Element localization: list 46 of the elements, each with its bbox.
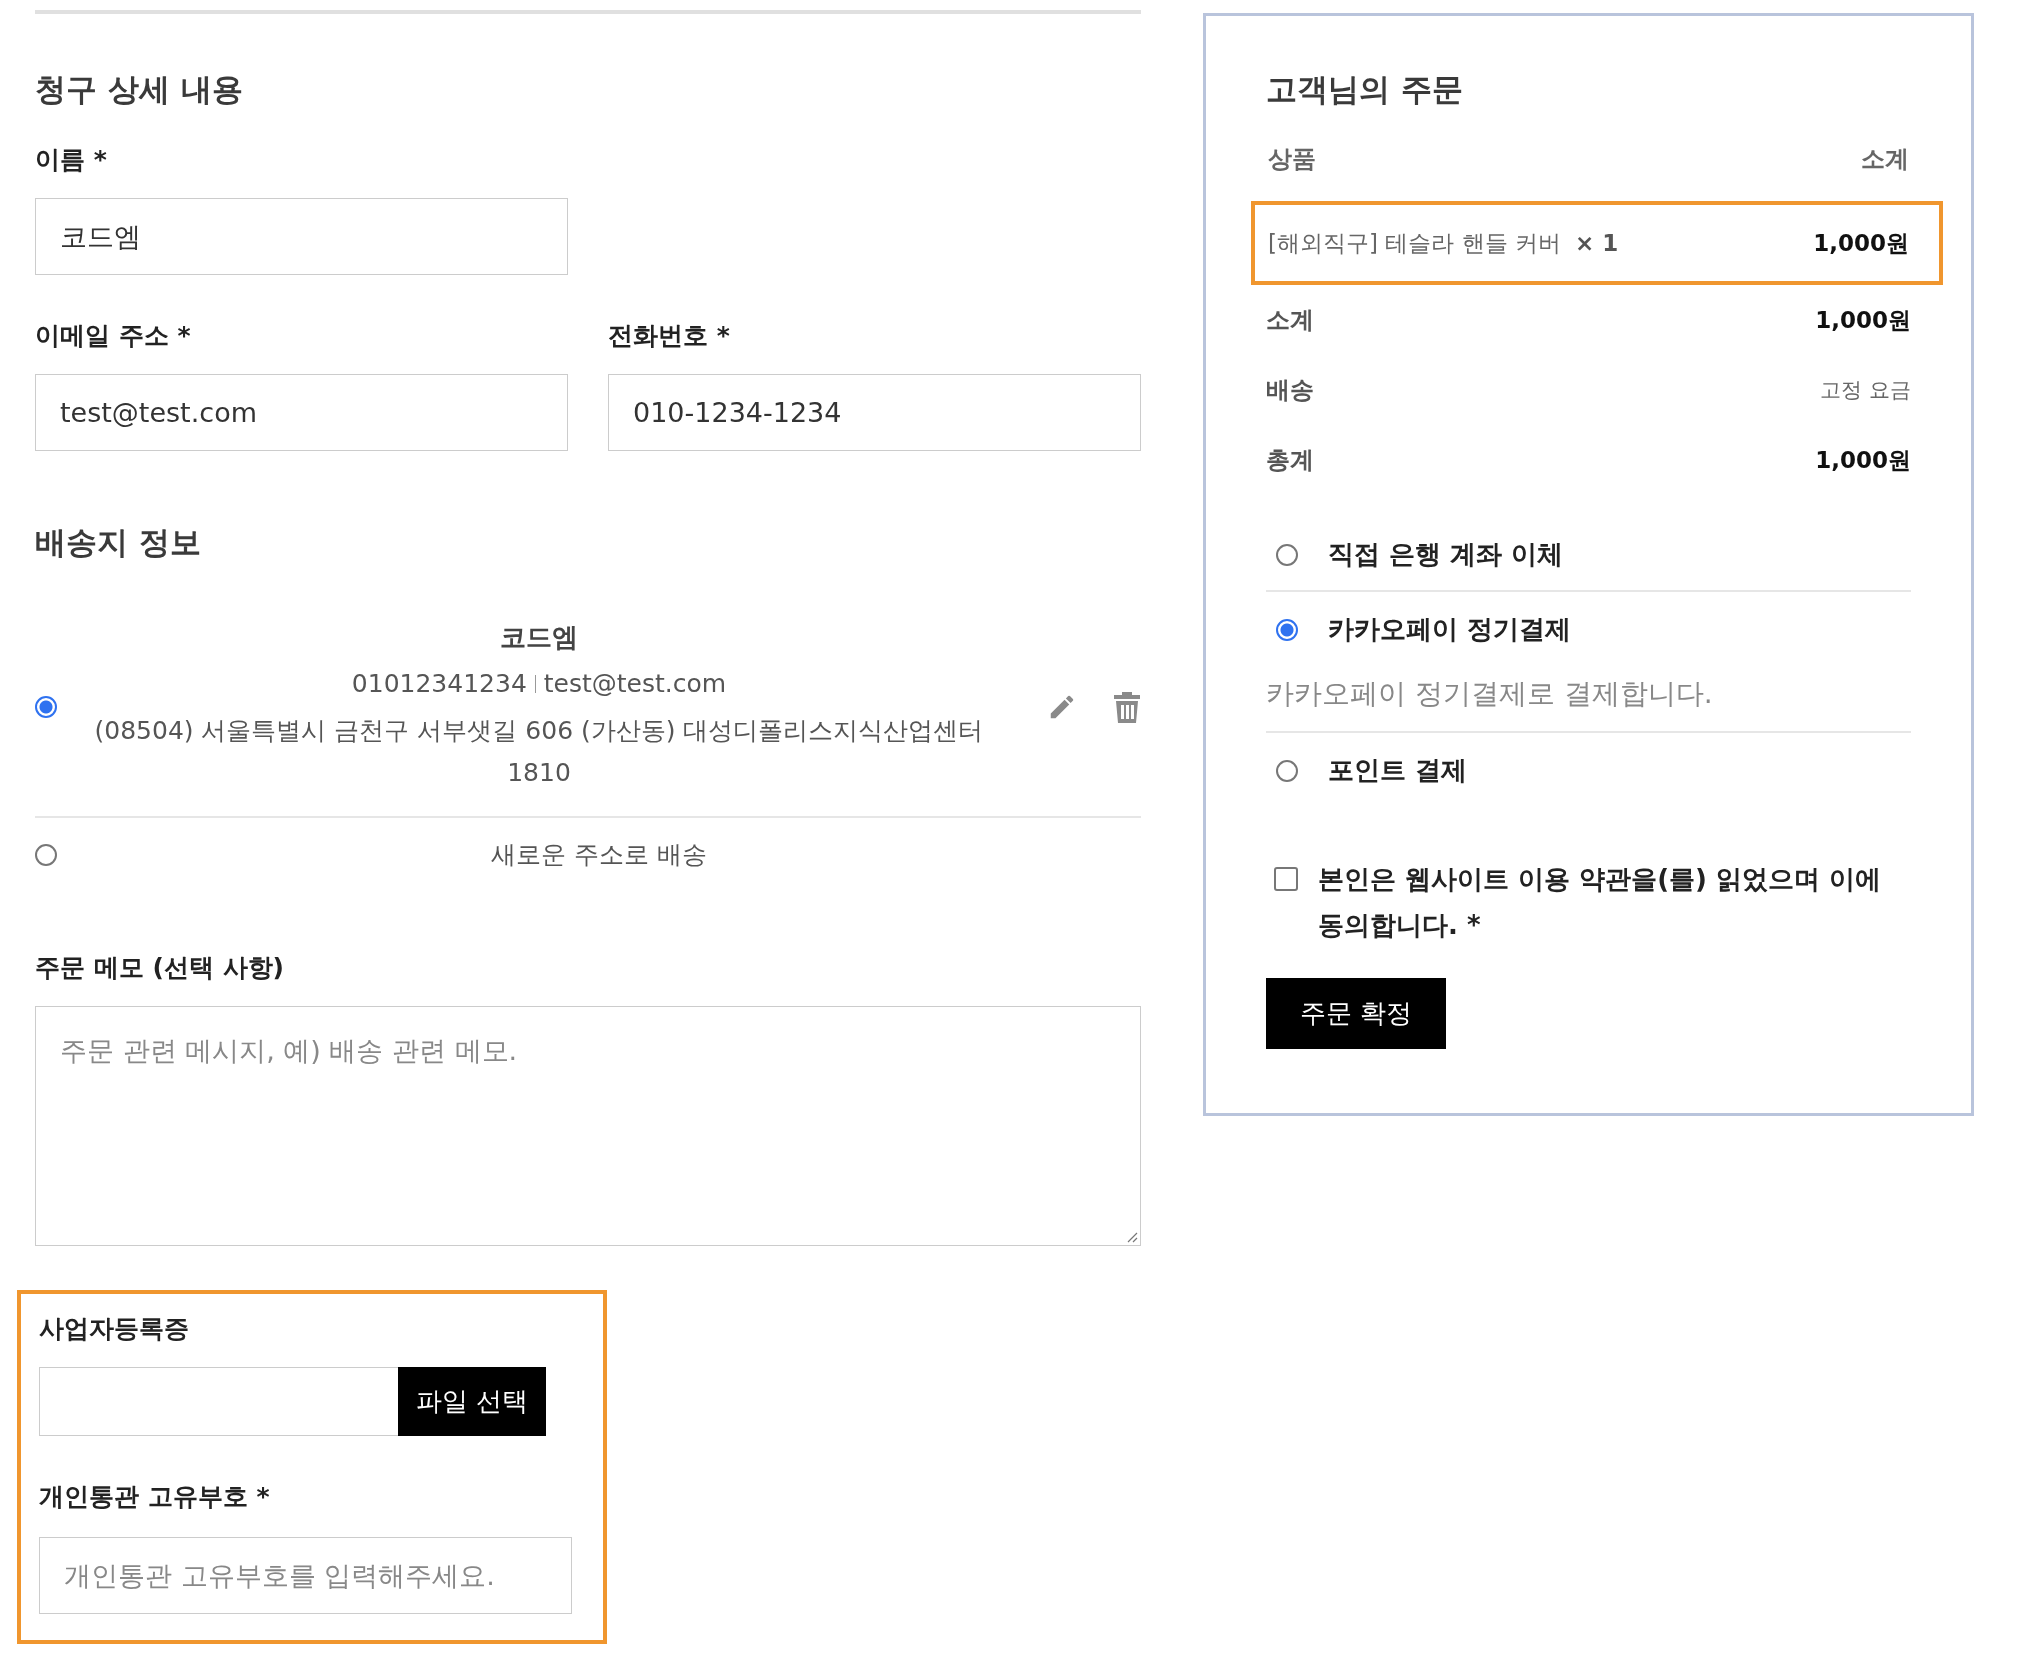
- customs-code-field[interactable]: 개인통관 고유부호를 입력해주세요.: [39, 1537, 572, 1614]
- payment-method-label[interactable]: 포인트 결제: [1328, 753, 1468, 788]
- total-value: 1,000원: [1815, 305, 1911, 335]
- file-name-field[interactable]: [39, 1367, 398, 1436]
- choose-file-button[interactable]: 파일 선택: [397, 1367, 546, 1436]
- phone-number: 01012341234: [351, 669, 527, 698]
- field-label: 이메일 주소 *: [35, 320, 192, 352]
- radio-button[interactable]: [35, 696, 57, 718]
- radio-button[interactable]: [1276, 618, 1298, 641]
- recipient-name: 코드엠: [499, 621, 579, 654]
- placeholder-text: 주문 관련 메시지, 예) 배송 관련 메모.: [60, 1035, 518, 1066]
- payment-method-label[interactable]: 카카오페이 정기결제: [1328, 612, 1572, 647]
- checkbox[interactable]: [1274, 867, 1298, 891]
- section-heading: 청구 상세 내용: [35, 74, 244, 105]
- name-field[interactable]: 코드엠: [35, 198, 568, 275]
- field-label: 주문 메모 (선택 사항): [35, 952, 285, 984]
- phone-field[interactable]: 010-1234-1234: [608, 374, 1141, 451]
- section-heading: 고객님의 주문: [1266, 74, 1464, 105]
- price: 1,000원: [1813, 228, 1909, 258]
- total-value: 1,000원: [1815, 445, 1911, 475]
- radio-button[interactable]: [1276, 543, 1298, 566]
- place-order-button[interactable]: 주문 확정: [1266, 978, 1447, 1049]
- trash-icon[interactable]: [1113, 690, 1141, 724]
- email-address: test@test.com: [543, 669, 727, 698]
- quantity: × 1: [1574, 230, 1619, 256]
- total-label: 총계: [1266, 445, 1314, 476]
- field-label: 개인통관 고유부호 *: [39, 1481, 271, 1513]
- section-heading: 배송지 정보: [35, 527, 202, 558]
- column-header: 상품: [1268, 144, 1316, 175]
- column-header: 소계: [1861, 144, 1909, 175]
- field-label: 사업자등록증: [39, 1313, 190, 1345]
- product-name: [해외직구] 테슬라 핸들 커버: [1268, 228, 1561, 258]
- new-address-option[interactable]: 새로운 주소로 배송: [491, 838, 707, 871]
- total-label: 배송: [1266, 375, 1314, 406]
- email-field[interactable]: test@test.com: [35, 374, 568, 451]
- payment-method-label[interactable]: 직접 은행 계좌 이체: [1328, 537, 1564, 572]
- radio-button[interactable]: [1276, 759, 1298, 782]
- field-label: 전화번호 *: [608, 320, 731, 352]
- radio-button[interactable]: [35, 843, 57, 866]
- payment-description: 카카오페이 정기결제로 결제합니다.: [1266, 676, 1714, 712]
- total-value: 고정 요금: [1820, 377, 1911, 404]
- field-label: 이름 *: [35, 144, 108, 176]
- order-notes-field[interactable]: 주문 관련 메시지, 예) 배송 관련 메모.: [35, 1006, 1141, 1246]
- address-text: (08504) 서울특별시 금천구 서부샛길 606 (가산동) 대성디폴리스지식산업센터 1810: [93, 715, 985, 789]
- total-label: 소계: [1266, 305, 1314, 336]
- terms-text: 본인은 웹사이트 이용 약관을(를) 읽었으며 이에 동의합니다. *: [1318, 863, 1883, 942]
